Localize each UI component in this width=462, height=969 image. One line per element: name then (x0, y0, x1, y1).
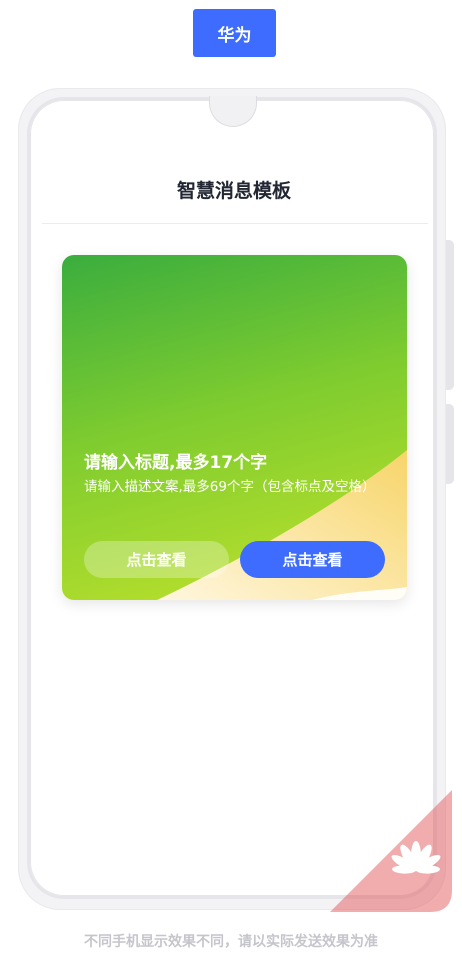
message-card: 请输入标题,最多17个字 请输入描述文案,最多69个字（包含标点及空格） 点击查… (62, 255, 407, 600)
phone-side-button-upper (446, 240, 454, 390)
brand-tab-huawei[interactable]: 华为 (193, 9, 276, 57)
card-title: 请输入标题,最多17个字 (84, 453, 268, 473)
footer-disclaimer: 不同手机显示效果不同，请以实际发送效果为准 (84, 934, 378, 950)
top-bar: 华为 (0, 0, 462, 80)
card-description: 请输入描述文案,最多69个字（包含标点及空格） (84, 479, 376, 495)
huawei-logo-icon (330, 790, 452, 912)
screen-title: 智慧消息模板 (176, 180, 291, 202)
title-divider (42, 223, 428, 224)
card-view-button-secondary[interactable]: 点击查看 (84, 541, 229, 578)
phone-side-button-lower (446, 404, 454, 484)
card-view-button-primary[interactable]: 点击查看 (240, 541, 385, 578)
